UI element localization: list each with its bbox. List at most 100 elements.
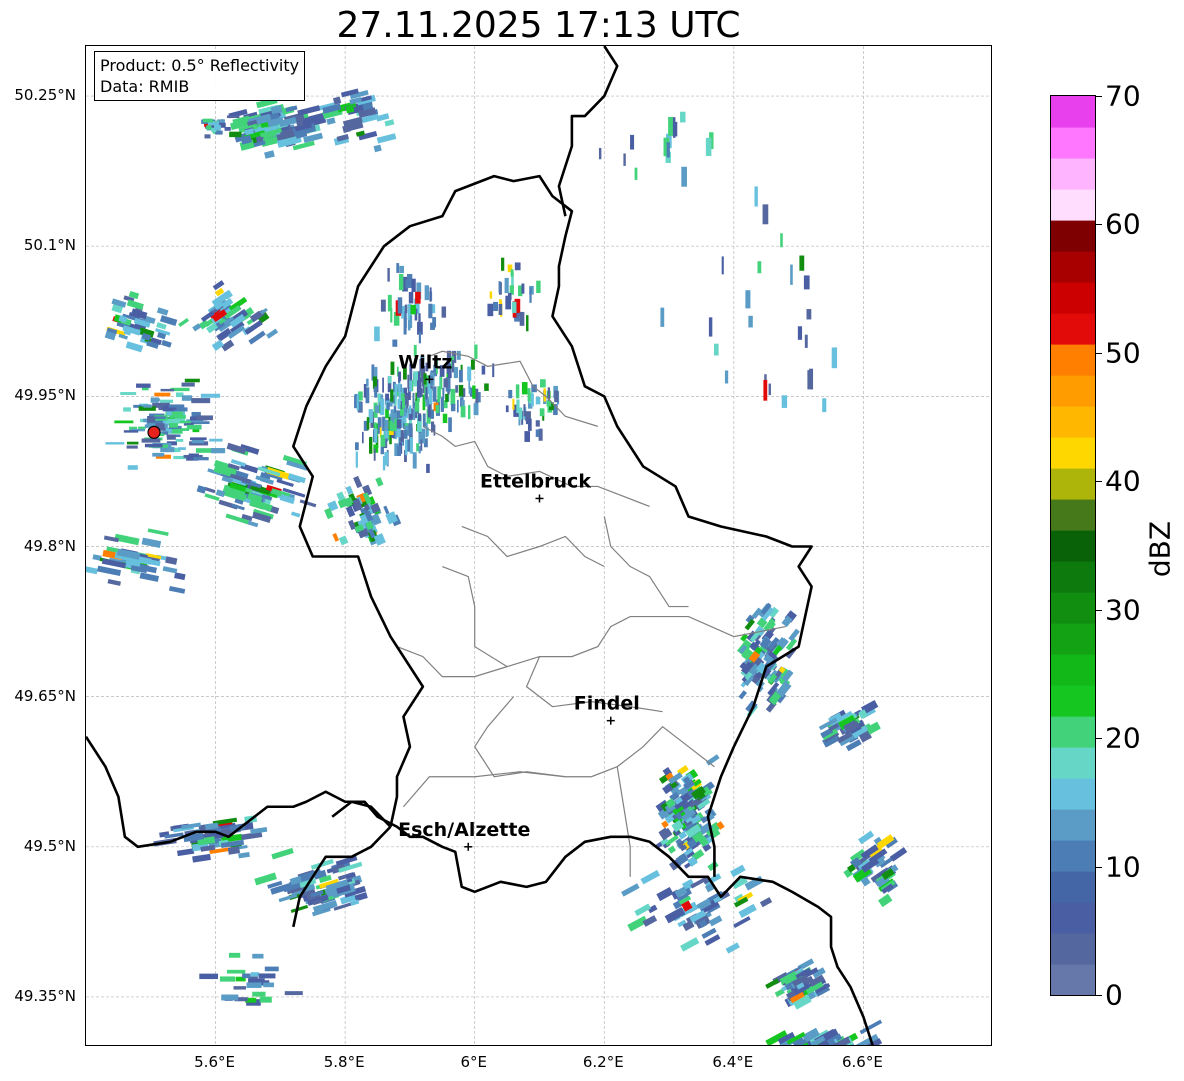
- radar-echo-cell: [394, 383, 397, 399]
- canton-boundaries: [396, 350, 786, 877]
- radar-echo-cell: [634, 167, 638, 180]
- radar-echo-cell: [418, 313, 421, 324]
- radar-echo-cell: [404, 439, 408, 456]
- radar-echo-cell: [264, 150, 275, 159]
- radar-echo-cell: [384, 419, 389, 431]
- radar-echo-cell: [759, 897, 773, 908]
- radar-echo-cell: [474, 344, 478, 359]
- radar-echo-cell: [804, 334, 808, 348]
- radar-echo-cell: [176, 848, 195, 857]
- radar-echo-cell: [519, 311, 525, 326]
- radar-echo-cell: [797, 326, 803, 340]
- radar-echo-cell: [398, 273, 404, 291]
- colorbar-segment: [1051, 964, 1095, 995]
- radar-echo-cell: [186, 424, 202, 430]
- colorbar-segment: [1051, 189, 1095, 221]
- radar-echo-cell: [656, 886, 674, 902]
- lat-tick-label: 49.5°N: [23, 836, 76, 855]
- radar-echo-cell: [531, 393, 534, 407]
- colorbar-segment: [1051, 282, 1095, 314]
- radar-echo-cell: [219, 976, 236, 982]
- colorbar-segment: [1051, 778, 1095, 810]
- radar-echo-cell: [598, 147, 602, 160]
- radar-echo-cell: [126, 441, 139, 445]
- radar-echo-cell: [196, 415, 213, 421]
- colorbar-segment: [1051, 127, 1095, 159]
- colorbar-tick-label: 10: [1105, 850, 1141, 884]
- radar-echo-cell: [529, 287, 532, 303]
- radar-echo-cell: [181, 382, 195, 387]
- radar-echo-cell: [667, 845, 677, 854]
- radar-echo-cell: [166, 434, 176, 440]
- radar-echo-cell: [160, 388, 175, 392]
- radar-echo-cell: [442, 413, 448, 424]
- radar-echo-cell: [781, 395, 788, 408]
- radar-echo-cell: [424, 285, 429, 301]
- radar-echo-cell: [418, 331, 421, 344]
- radar-echo-cell: [105, 442, 125, 445]
- radar-echo-cell: [384, 451, 389, 466]
- radar-echo-cell: [143, 404, 152, 408]
- radar-map[interactable]: Wiltz Ettelbruck Findel Esch/Alzette: [85, 45, 992, 1046]
- radar-echo-cell: [374, 326, 380, 342]
- radar-echo-cell: [450, 403, 456, 412]
- radar-echo-cell: [481, 365, 486, 375]
- radar-echo-cell: [680, 937, 700, 952]
- product-info-box: Product: 0.5° Reflectivity Data: RMIB: [94, 51, 306, 101]
- radar-echo-cell: [228, 952, 241, 958]
- canton-boundary: [603, 516, 689, 608]
- radar-echo-cell: [229, 131, 242, 138]
- colorbar-tick-label: 70: [1105, 79, 1141, 113]
- radar-echo-cell: [386, 402, 390, 411]
- radar-echo-cell: [373, 144, 382, 153]
- radar-echo-cell: [120, 392, 137, 395]
- radar-echo-cell: [401, 397, 406, 409]
- radar-echo-cell: [353, 475, 363, 489]
- lat-tick-label: 50.25°N: [14, 86, 76, 105]
- colorbar-segment: [1051, 468, 1095, 500]
- radar-echo-cell: [226, 442, 247, 455]
- radar-echo-cell: [519, 407, 523, 420]
- radar-echo-cell: [707, 860, 719, 872]
- radar-echo-cell: [442, 387, 445, 399]
- colorbar-segment: [1051, 220, 1095, 252]
- radar-echo-cell: [435, 405, 440, 414]
- radar-echo-cell: [504, 277, 509, 294]
- radar-echo-cell: [721, 256, 724, 275]
- radar-echo-cell: [374, 386, 378, 398]
- radar-echo-cell: [668, 116, 674, 136]
- radar-echo-cell: [396, 263, 400, 273]
- colorbar-segment: [1051, 499, 1095, 531]
- lat-tick-label: 49.65°N: [14, 686, 76, 705]
- radar-echo-cell: [366, 417, 370, 430]
- radar-echo-cell: [453, 367, 458, 379]
- radar-echo-cell: [126, 299, 144, 311]
- radar-echo-cell: [266, 328, 279, 339]
- radar-echo-cell: [621, 883, 640, 897]
- radar-echo-cell: [412, 452, 417, 469]
- lon-tick-label: 5.6°E: [194, 1053, 235, 1071]
- colorbar-segment: [1051, 871, 1095, 903]
- lon-tick-label: 6.2°E: [582, 1053, 624, 1071]
- radar-echo-cell: [326, 117, 336, 125]
- lat-tick-label: 49.35°N: [14, 986, 76, 1005]
- radar-echo-cell: [536, 280, 541, 294]
- lon-tick-label: 6.4°E: [712, 1053, 754, 1071]
- radar-echo-cell: [154, 392, 171, 397]
- country-border: [557, 46, 619, 217]
- radar-echoes: [86, 88, 908, 1045]
- radar-echo-cell: [408, 423, 413, 436]
- radar-echo-cell: [535, 420, 540, 427]
- radar-echo-cell: [889, 847, 908, 862]
- colorbar-tick-mark: [1096, 224, 1102, 226]
- radar-echo-cell: [248, 330, 266, 345]
- radar-echo-cell: [660, 307, 665, 327]
- radar-echo-cell: [211, 339, 224, 351]
- colorbar-tick-mark: [1096, 96, 1102, 97]
- colorbar-segment: [1051, 592, 1095, 624]
- radar-echo-cell: [369, 436, 373, 454]
- radar-echo-cell: [409, 437, 414, 454]
- radar-echo-cell: [554, 390, 559, 403]
- radar-echo-cell: [414, 400, 419, 412]
- colorbar-segment: [1051, 530, 1095, 562]
